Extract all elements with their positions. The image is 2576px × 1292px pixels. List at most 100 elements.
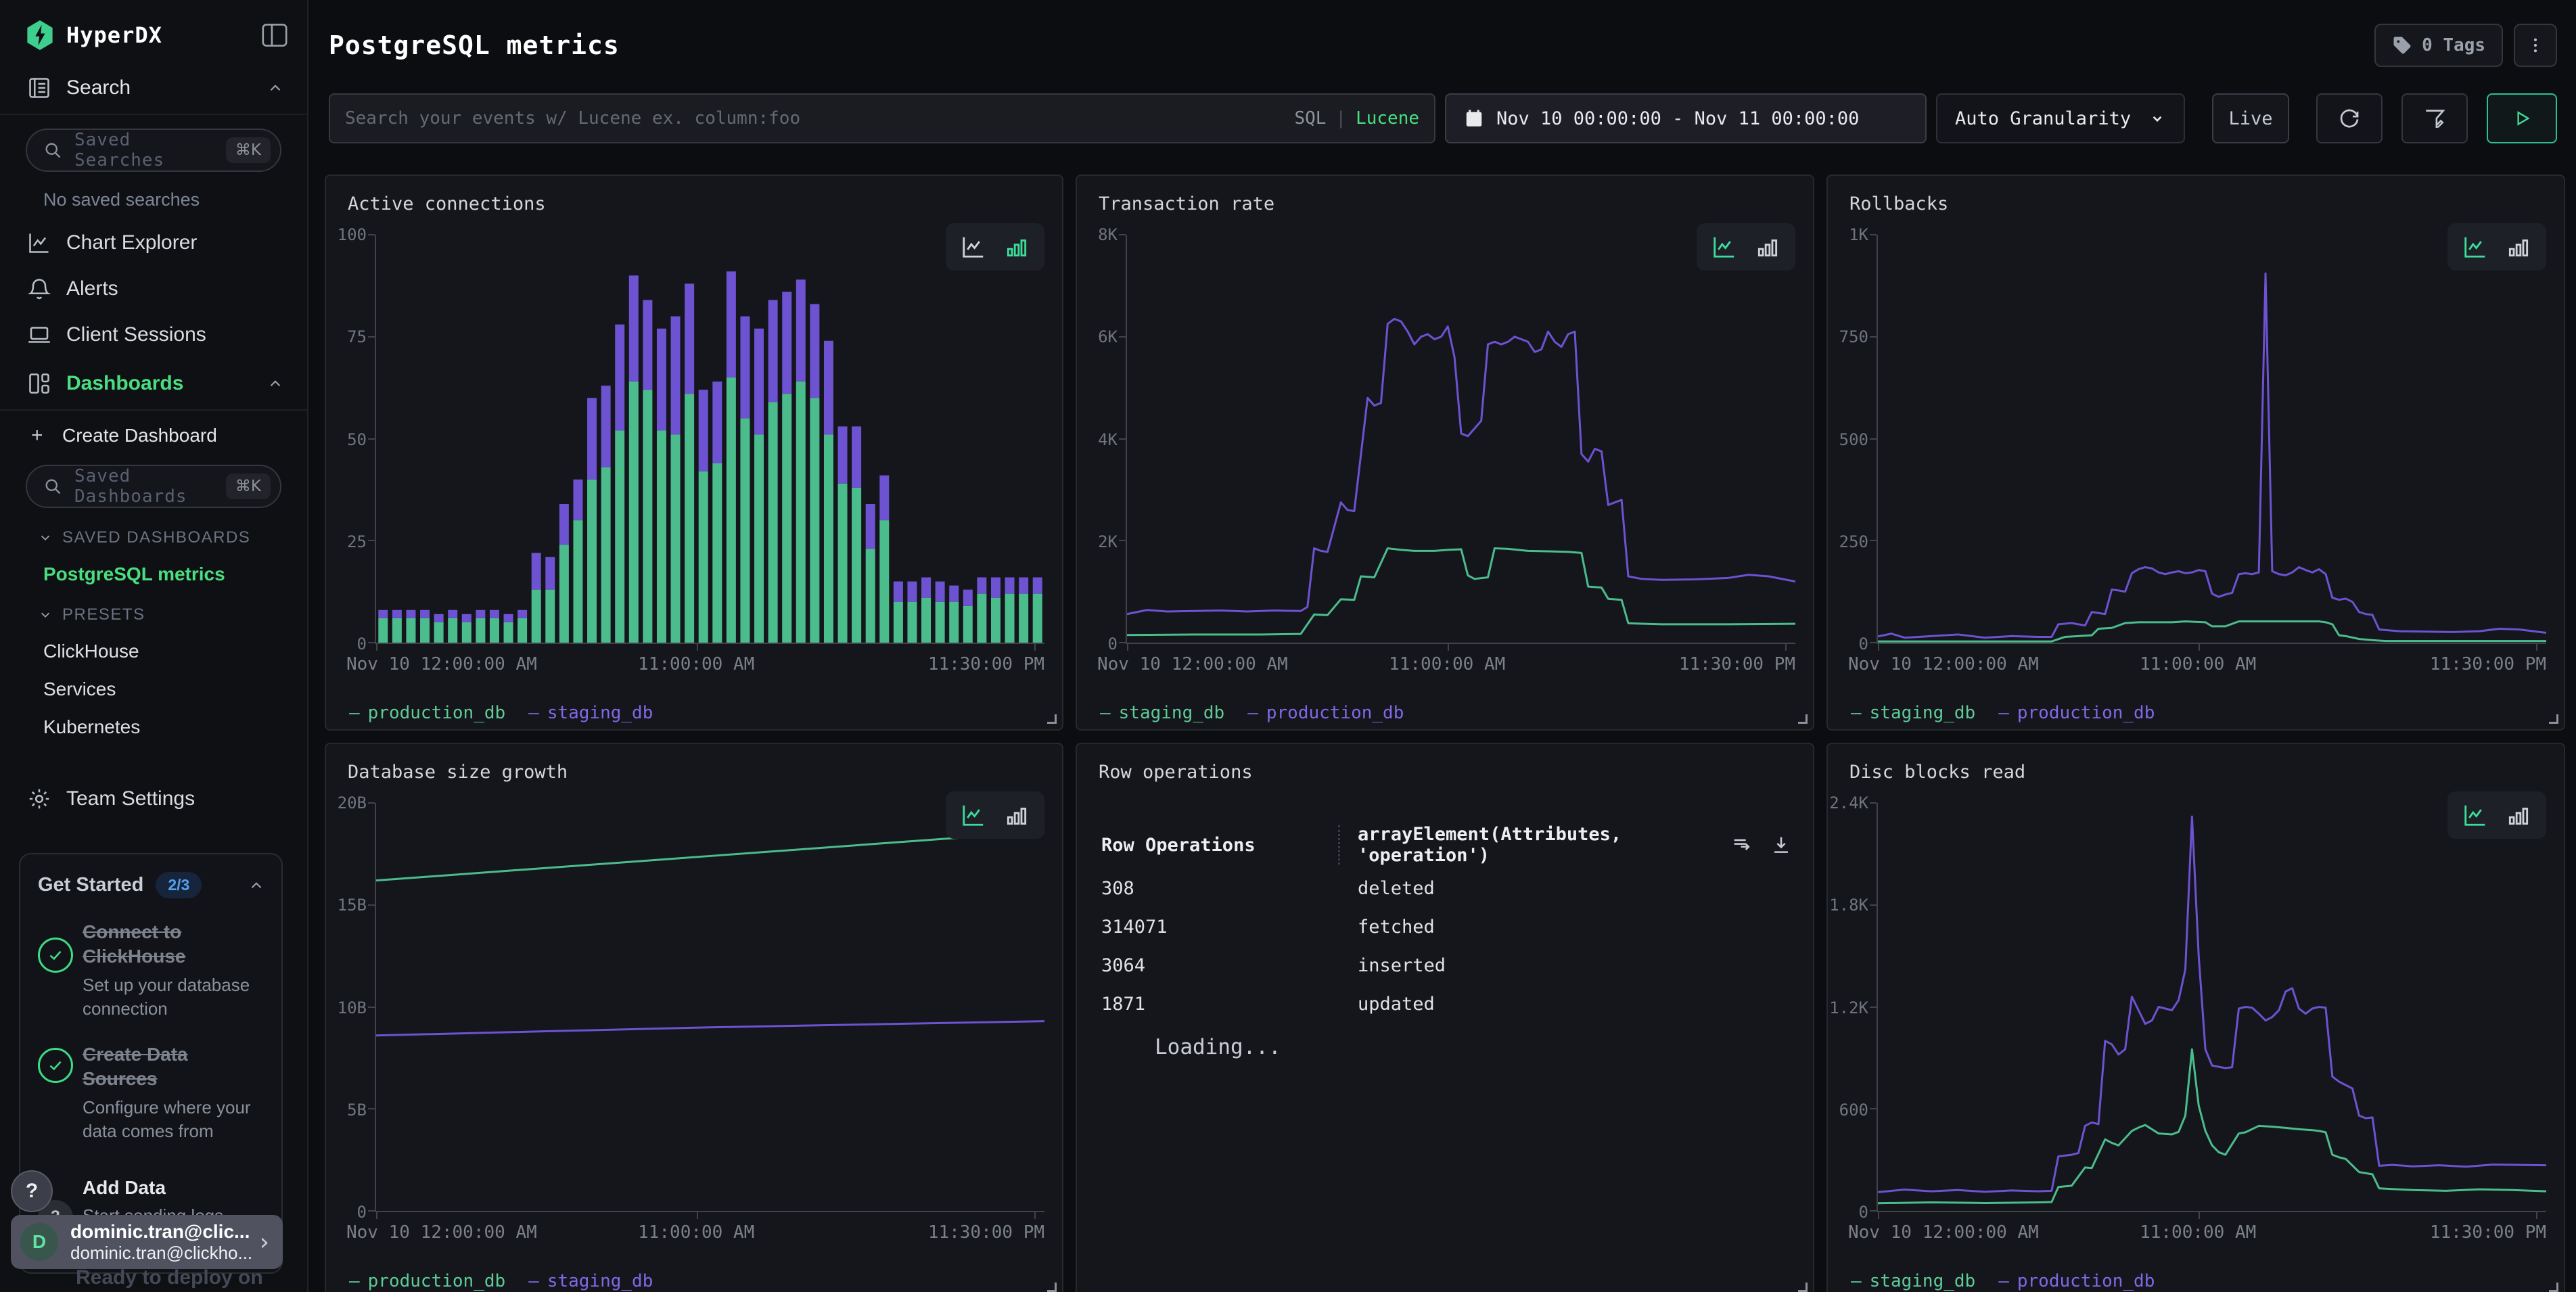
legend-item[interactable]: —production_db: [1247, 703, 1404, 723]
legend-item[interactable]: —production_db: [349, 703, 505, 723]
event-search-box[interactable]: SQL | Lucene: [329, 93, 1435, 143]
plot-area[interactable]: [1126, 235, 1795, 644]
table-row[interactable]: 308deleted: [1101, 869, 1793, 907]
table-row[interactable]: 3064inserted: [1101, 946, 1793, 984]
chart-plot[interactable]: [376, 235, 1044, 643]
sidebar-item-chart-explorer[interactable]: Chart Explorer: [0, 220, 307, 266]
legend-item[interactable]: —production_db: [1998, 1271, 2155, 1291]
y-tick-label: 0: [1859, 635, 1868, 653]
sort-rows-icon[interactable]: [1730, 833, 1753, 856]
x-tick-mark: [376, 1212, 377, 1219]
chart-view-toggle: [2447, 791, 2546, 839]
granularity-select[interactable]: Auto Granularity: [1936, 93, 2185, 143]
progress-badge: 2/3: [156, 872, 202, 898]
get-started-step-sources[interactable]: Create Data Sources Configure where your…: [38, 1042, 265, 1143]
tags-button[interactable]: 0 Tags: [2374, 24, 2503, 67]
sidebar-dashboard-postgresql-metrics[interactable]: PostgreSQL metrics: [43, 563, 307, 585]
resize-handle[interactable]: [2549, 1283, 2558, 1292]
live-button[interactable]: Live: [2212, 93, 2289, 143]
x-tick-label: 11:30:00 PM: [2430, 1222, 2546, 1243]
get-started-step-connect[interactable]: Connect to ClickHouse Set up your databa…: [38, 920, 265, 1021]
sidebar-preset-clickhouse[interactable]: ClickHouse: [43, 641, 307, 662]
sidebar-item-client-sessions[interactable]: Client Sessions: [0, 312, 307, 358]
plot-area[interactable]: [375, 235, 1044, 644]
sidebar-collapse-icon[interactable]: [261, 23, 288, 47]
sidebar-section-dashboards[interactable]: Dashboards: [0, 358, 307, 411]
create-dashboard-button[interactable]: + Create Dashboard: [0, 411, 307, 451]
plot-area[interactable]: [1877, 803, 2546, 1212]
saved-dashboards-input[interactable]: Saved Dashboards ⌘K: [26, 465, 281, 508]
legend-item[interactable]: —staging_db: [528, 1271, 653, 1291]
logo-row: HyperDX: [0, 0, 307, 62]
chart-plot[interactable]: [376, 803, 1044, 1211]
presets-header[interactable]: PRESETS: [38, 605, 307, 624]
table-column-header[interactable]: Row Operations: [1101, 835, 1338, 856]
user-email: dominic.tran@clickho...: [70, 1243, 260, 1264]
table-cell-operation: deleted: [1338, 878, 1793, 899]
download-icon[interactable]: [1770, 833, 1793, 856]
sidebar-search-label: Search: [66, 76, 267, 99]
line-view-icon[interactable]: [1711, 234, 1737, 260]
line-view-icon[interactable]: [2462, 234, 2488, 260]
chart-plot[interactable]: [1878, 235, 2546, 643]
search-input[interactable]: [345, 108, 1294, 129]
calendar-icon: [1464, 108, 1484, 129]
chart-plot[interactable]: [1878, 803, 2546, 1211]
sql-mode-button[interactable]: SQL: [1294, 108, 1326, 129]
panel-menu-button[interactable]: [2514, 24, 2557, 67]
bar-view-icon[interactable]: [1004, 802, 1030, 828]
sidebar-item-alerts[interactable]: Alerts: [0, 266, 307, 312]
chevron-down-icon: [38, 530, 53, 545]
sidebar-item-label: Chart Explorer: [66, 231, 197, 254]
filter-button[interactable]: [2401, 93, 2468, 143]
x-axis-labels: Nov 10 12:00:00 AM11:00:00 AM11:30:00 PM: [1877, 1222, 2546, 1244]
table-column-header[interactable]: arrayElement(Attributes, 'operation'): [1358, 824, 1730, 866]
table-row[interactable]: 314071fetched: [1101, 908, 1793, 946]
run-query-button[interactable]: [2487, 93, 2557, 143]
sidebar-item-label: Alerts: [66, 277, 118, 300]
resize-handle[interactable]: [1798, 1283, 1808, 1292]
line-view-icon[interactable]: [961, 802, 986, 828]
line-view-icon[interactable]: [961, 234, 986, 260]
legend-item[interactable]: —production_db: [349, 1271, 505, 1291]
sidebar-item-team-settings[interactable]: Team Settings: [0, 776, 307, 822]
x-axis-labels: Nov 10 12:00:00 AM11:00:00 AM11:30:00 PM: [375, 654, 1044, 676]
y-tick-label: 1K: [1849, 225, 1868, 244]
bar-view-icon[interactable]: [1004, 234, 1030, 260]
lucene-mode-button[interactable]: Lucene: [1356, 108, 1419, 129]
x-tick-mark: [2199, 644, 2200, 651]
plot-area[interactable]: [375, 803, 1044, 1212]
resize-handle[interactable]: [2549, 714, 2558, 724]
resize-handle[interactable]: [1798, 714, 1808, 724]
legend-item[interactable]: —production_db: [1998, 703, 2155, 723]
legend-dash: —: [1998, 703, 2009, 723]
y-tick-label: 600: [1839, 1101, 1868, 1120]
bar-view-icon[interactable]: [1755, 234, 1780, 260]
legend-item[interactable]: —staging_db: [1851, 703, 1975, 723]
user-menu[interactable]: D dominic.tran@clic... dominic.tran@clic…: [11, 1215, 283, 1269]
x-tick-mark: [1878, 644, 1879, 651]
sidebar-preset-kubernetes[interactable]: Kubernetes: [43, 716, 307, 738]
plot-area[interactable]: [1877, 235, 2546, 644]
time-range-picker[interactable]: Nov 10 00:00:00 - Nov 11 00:00:00: [1445, 93, 1927, 143]
resize-handle[interactable]: [1047, 714, 1057, 724]
legend-item[interactable]: —staging_db: [528, 703, 653, 723]
bar-view-icon[interactable]: [2506, 234, 2531, 260]
legend-item[interactable]: —staging_db: [1851, 1271, 1975, 1291]
panel-database-size-growth: Database size growth20B15B10B5B0Nov 10 1…: [325, 743, 1063, 1292]
chevron-up-icon: [267, 375, 284, 392]
chevron-up-icon[interactable]: [248, 877, 265, 894]
sidebar-section-search[interactable]: Search: [0, 62, 307, 115]
chart-plot[interactable]: [1127, 235, 1795, 643]
legend-item[interactable]: —staging_db: [1100, 703, 1224, 723]
saved-dashboards-header[interactable]: SAVED DASHBOARDS: [38, 528, 307, 547]
table-row[interactable]: 1871updated: [1101, 985, 1793, 1023]
sidebar-preset-services[interactable]: Services: [43, 678, 307, 700]
help-button[interactable]: ?: [11, 1170, 53, 1212]
bar-view-icon[interactable]: [2506, 802, 2531, 828]
line-view-icon[interactable]: [2462, 802, 2488, 828]
refresh-button[interactable]: [2316, 93, 2383, 143]
saved-searches-input[interactable]: Saved Searches ⌘K: [26, 129, 281, 172]
x-tick-label: 11:30:00 PM: [2430, 654, 2546, 674]
resize-handle[interactable]: [1047, 1283, 1057, 1292]
